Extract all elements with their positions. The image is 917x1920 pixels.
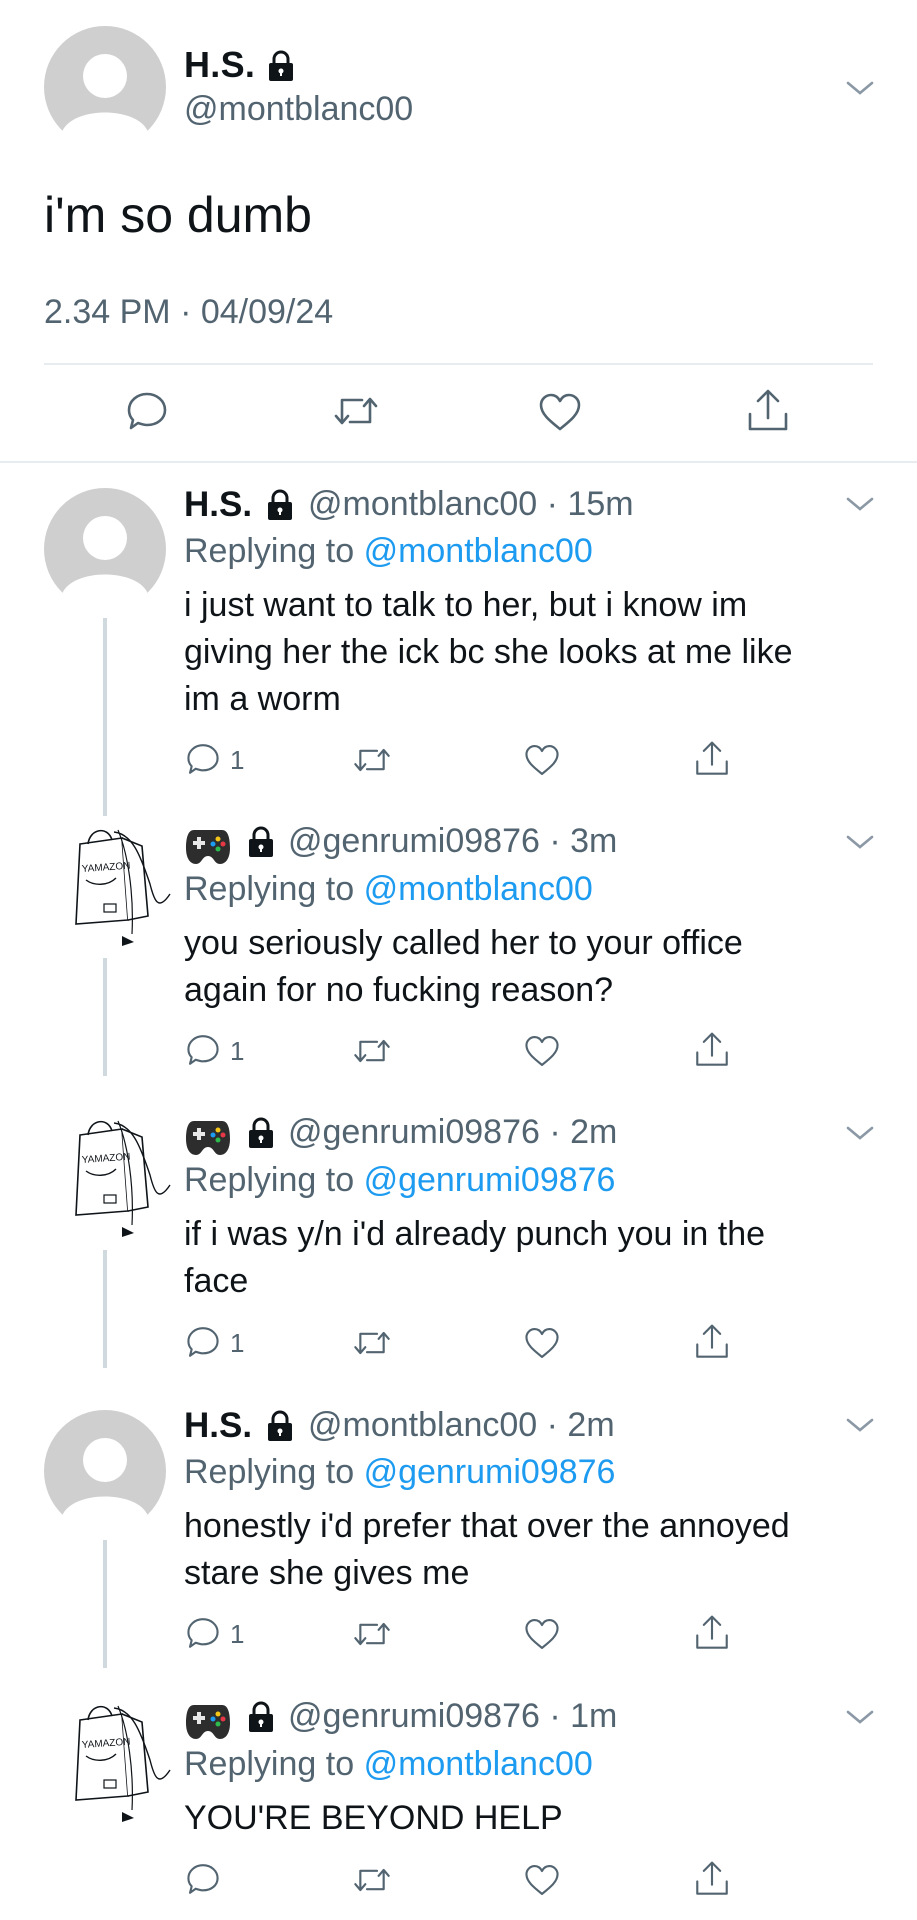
tweet-timestamp: 2.34 PM · 04/09/24: [44, 293, 334, 331]
handle-time[interactable]: @genrumi09876 · 2m: [288, 1113, 617, 1152]
reply-icon[interactable]: [186, 1325, 220, 1359]
handle-time[interactable]: @montblanc00 · 2m: [308, 1406, 615, 1445]
retweet-icon[interactable]: [332, 392, 380, 430]
like-icon[interactable]: [524, 1326, 560, 1360]
replying-to-prefix: Replying to: [184, 870, 355, 908]
share-icon[interactable]: [694, 1323, 730, 1361]
reply-icon[interactable]: [186, 1033, 220, 1067]
replying-to: Replying to @montblanc00: [184, 532, 593, 571]
replying-to: Replying to @genrumi09876: [184, 1453, 615, 1492]
chevron-down-icon[interactable]: [843, 1415, 877, 1435]
like-icon[interactable]: [524, 1863, 560, 1897]
reply-text-line: YOU'RE BEYOND HELP: [184, 1799, 563, 1837]
like-icon[interactable]: [524, 1034, 560, 1068]
retweet-icon[interactable]: [352, 1864, 392, 1896]
lock-icon: [269, 50, 293, 81]
reply-text-line: honestly i'd prefer that over the annoye…: [184, 1507, 790, 1545]
avatar-hs[interactable]: [44, 26, 166, 148]
reply-icon[interactable]: [126, 390, 168, 432]
mention-link[interactable]: @genrumi09876: [364, 1453, 616, 1491]
reply-text: YOU'RE BEYOND HELP: [184, 1795, 874, 1842]
replying-to: Replying to @montblanc00: [184, 1745, 593, 1784]
chevron-down-icon[interactable]: [843, 494, 877, 514]
reply-count: 1: [230, 1619, 245, 1649]
reply-text: i just want to talk to her, but i know i…: [184, 582, 874, 723]
like-icon[interactable]: [538, 392, 582, 432]
like-icon[interactable]: [524, 1617, 560, 1651]
mention-link[interactable]: @montblanc00: [364, 870, 593, 908]
replying-to-prefix: Replying to: [184, 1745, 355, 1783]
reply-text: honestly i'd prefer that over the annoye…: [184, 1503, 874, 1597]
thread-line: [103, 958, 107, 1076]
avatar-yamazon-bag[interactable]: YAMAZON: [62, 1115, 172, 1245]
handle-time[interactable]: @montblanc00 · 15m: [308, 485, 634, 524]
mention-link[interactable]: @montblanc00: [364, 1745, 593, 1783]
chevron-down-icon[interactable]: [843, 1123, 877, 1143]
reply-text-line: face: [184, 1262, 249, 1300]
reply-text-line: im a worm: [184, 680, 341, 718]
retweet-icon[interactable]: [352, 1035, 392, 1067]
gamepad-icon: [186, 1121, 230, 1155]
avatar-yamazon-bag[interactable]: YAMAZON: [62, 824, 172, 954]
reply-text-line: again for no fucking reason?: [184, 971, 614, 1009]
author-name[interactable]: H.S.: [184, 485, 252, 525]
divider: [0, 461, 917, 463]
retweet-icon[interactable]: [352, 744, 392, 776]
author-name[interactable]: H.S.: [184, 44, 255, 86]
reply-text-line: if i was y/n i'd already punch you in th…: [184, 1215, 766, 1253]
reply-icon[interactable]: [186, 1616, 220, 1650]
avatar-yamazon-bag[interactable]: YAMAZON: [62, 1700, 172, 1830]
replying-to-prefix: Replying to: [184, 1161, 355, 1199]
chevron-down-icon[interactable]: [843, 832, 877, 852]
lock-icon: [249, 1701, 273, 1732]
mention-link[interactable]: @montblanc00: [364, 532, 593, 570]
tweet-text: i'm so dumb: [44, 187, 312, 243]
lock-icon: [249, 1117, 273, 1148]
like-icon[interactable]: [524, 743, 560, 777]
reply-count: 1: [230, 1328, 245, 1358]
avatar-hs[interactable]: [44, 488, 166, 610]
chevron-down-icon[interactable]: [843, 78, 877, 98]
thread-line: [103, 618, 107, 816]
lock-icon: [268, 1410, 292, 1441]
reply-text-line: giving her the ick bc she looks at me li…: [184, 633, 793, 671]
author-handle[interactable]: @montblanc00: [184, 90, 413, 129]
divider: [44, 363, 873, 365]
retweet-icon[interactable]: [352, 1327, 392, 1359]
thread-line: [103, 1540, 107, 1668]
mention-link[interactable]: @genrumi09876: [364, 1161, 616, 1199]
lock-icon: [249, 826, 273, 857]
reply-icon[interactable]: [186, 1862, 220, 1896]
handle-time[interactable]: @genrumi09876 · 1m: [288, 1697, 617, 1736]
reply-count: 1: [230, 1036, 245, 1066]
thread-line: [103, 1250, 107, 1368]
reply-text-line: you seriously called her to your office: [184, 924, 743, 962]
share-icon[interactable]: [694, 1031, 730, 1069]
share-icon[interactable]: [694, 740, 730, 778]
reply-icon[interactable]: [186, 742, 220, 776]
author-name[interactable]: H.S.: [184, 1406, 252, 1446]
chevron-down-icon[interactable]: [843, 1707, 877, 1727]
gamepad-icon: [186, 1705, 230, 1739]
share-icon[interactable]: [694, 1614, 730, 1652]
replying-to: Replying to @montblanc00: [184, 870, 593, 909]
retweet-icon[interactable]: [352, 1618, 392, 1650]
replying-to: Replying to @genrumi09876: [184, 1161, 615, 1200]
reply-text-line: i just want to talk to her, but i know i…: [184, 586, 748, 624]
replying-to-prefix: Replying to: [184, 532, 355, 570]
avatar-hs[interactable]: [44, 1410, 166, 1532]
reply-text-line: stare she gives me: [184, 1554, 470, 1592]
reply-count: 1: [230, 745, 245, 775]
reply-text: if i was y/n i'd already punch you in th…: [184, 1211, 874, 1305]
reply-text: you seriously called her to your office …: [184, 920, 874, 1014]
handle-time[interactable]: @genrumi09876 · 3m: [288, 822, 617, 861]
share-icon[interactable]: [694, 1860, 730, 1898]
gamepad-icon: [186, 830, 230, 864]
replying-to-prefix: Replying to: [184, 1453, 355, 1491]
share-icon[interactable]: [746, 388, 790, 434]
lock-icon: [268, 489, 292, 520]
